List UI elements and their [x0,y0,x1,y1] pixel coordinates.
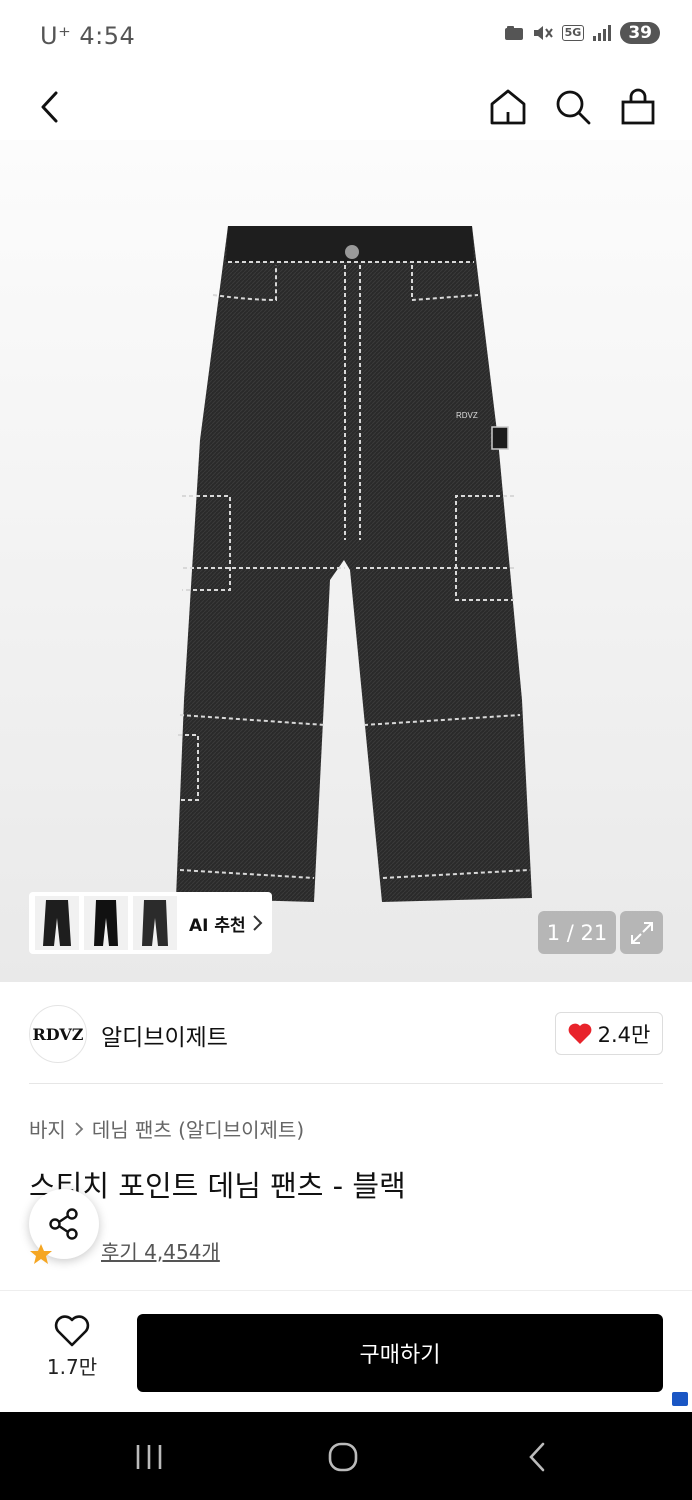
review-link[interactable]: 후기 4,454개 [101,1236,220,1265]
ai-recommend-box[interactable]: AI 추천 [29,892,272,954]
buy-button[interactable]: 구매하기 [137,1314,663,1392]
jeans-logo-text: RDVZ [456,411,478,420]
shopping-bag-icon [621,88,655,125]
status-icons: 5G 39 [504,22,660,44]
heart-outline-icon [54,1315,90,1347]
back-nav-icon [529,1442,545,1472]
jeans-thumbnail-icon [43,900,71,946]
ai-thumbnail-1[interactable] [35,896,79,950]
notification-icon [504,26,523,40]
floating-badge-icon [672,1392,688,1406]
home-button[interactable] [484,83,532,131]
breadcrumb: 바지 데님 팬츠 (알디브이제트) [29,1114,304,1143]
bottom-action-bar: 1.7만 구매하기 [0,1290,692,1412]
brand-like-button[interactable]: 2.4만 [555,1012,663,1055]
star-icon [30,1244,52,1264]
top-header [0,75,692,140]
product-image-jeans: RDVZ [176,226,532,902]
search-button[interactable] [549,83,597,131]
search-icon [556,90,591,125]
chevron-right-icon [75,1121,84,1136]
system-nav-bar [0,1412,692,1500]
ai-recommend-label[interactable]: AI 추천 [189,911,246,936]
network-badge: 5G [561,25,585,41]
mute-icon [533,26,553,40]
chevron-right-icon [252,915,263,931]
wishlist-count: 1.7만 [46,1355,98,1379]
brand-logo[interactable]: RDVZ [29,1005,87,1063]
ai-thumbnail-3[interactable] [133,896,177,950]
wishlist-button[interactable]: 1.7만 [30,1315,114,1389]
home-icon [490,89,526,125]
jeans-thumbnail-icon [94,900,118,946]
home-nav-button[interactable] [318,1434,368,1480]
home-circle-icon [328,1442,358,1472]
expand-icon [630,921,653,944]
product-image-carousel[interactable]: RDVZ AI 추천 1 / 21 [0,140,692,982]
ai-thumbnail-2[interactable] [84,896,128,950]
image-counter: 1 / 21 [538,911,616,954]
brand-name[interactable]: 알디브이제트 [101,1018,228,1052]
brand-row: RDVZ 알디브이제트 2.4만 [0,982,692,1084]
recent-apps-button[interactable] [124,1434,174,1480]
divider [29,1083,663,1084]
back-button[interactable] [26,83,74,131]
signal-icon [593,25,612,41]
recent-apps-icon [136,1445,162,1469]
status-time: U⁺ 4:54 [40,22,136,50]
jeans-thumbnail-icon [142,900,168,946]
back-nav-button[interactable] [512,1434,562,1480]
heart-filled-icon [568,1023,592,1044]
cart-button[interactable] [614,83,662,131]
chevron-left-icon [41,91,58,123]
expand-image-button[interactable] [620,911,663,954]
share-icon [49,1208,78,1240]
breadcrumb-subcategory[interactable]: 데님 팬츠 (알디브이제트) [92,1114,304,1143]
battery-indicator: 39 [620,22,660,44]
status-bar: U⁺ 4:54 5G 39 [0,0,692,75]
brand-like-count: 2.4만 [597,1022,651,1047]
breadcrumb-category[interactable]: 바지 [29,1114,66,1143]
